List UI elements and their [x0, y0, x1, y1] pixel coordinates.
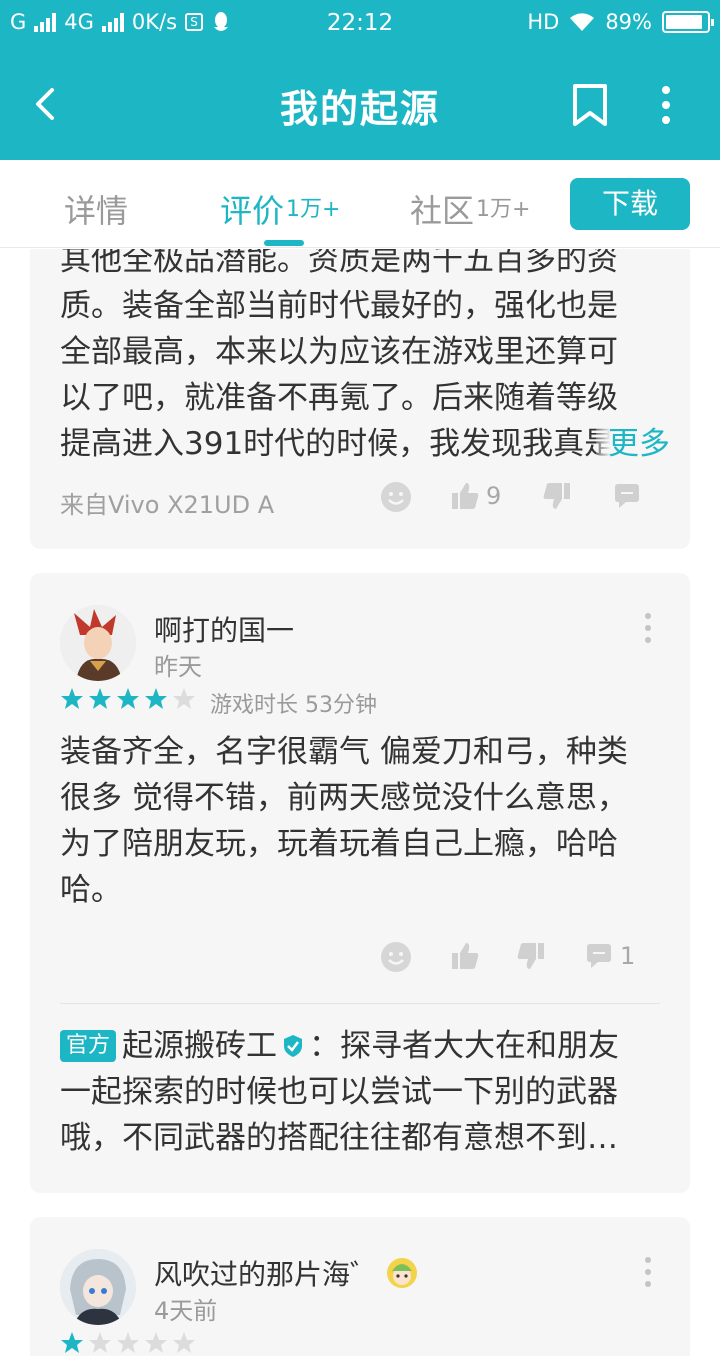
review-line: 很多 觉得不错，前两天感觉没什么意思， [60, 780, 628, 816]
username[interactable]: 风吹过的那片海゛ [154, 1253, 378, 1293]
more-link[interactable]: 更多 [596, 421, 670, 467]
more-vertical-icon[interactable] [640, 1255, 656, 1289]
comment-button[interactable] [612, 481, 642, 511]
official-reply-text: 哦，不同武器的搭配往往都有意想不到… [60, 1120, 618, 1156]
star-empty-icon [145, 1332, 167, 1353]
review-card: 其他全极品潜能。资质是两千五百多的资 质。装备全部当前时代最好的，强化也是 全部… [30, 249, 690, 549]
reaction-button[interactable] [380, 481, 412, 513]
review-line: 提高进入391时代的时候，我发现我真是 [60, 426, 616, 462]
star-filled-icon [117, 688, 139, 709]
review-line: 全部最高，本来以为应该在游戏里还算可 [60, 334, 618, 370]
review-time: 昨天 [154, 653, 202, 681]
username[interactable]: 啊打的国一 [154, 609, 294, 649]
reviews-list[interactable]: 其他全极品潜能。资质是两千五百多的资 质。装备全部当前时代最好的，强化也是 全部… [0, 249, 720, 1356]
tab-label: 社区 [410, 192, 475, 230]
like-button[interactable]: 9 [450, 481, 501, 511]
more-vertical-icon[interactable] [648, 82, 684, 128]
review-line: 哈。 [60, 872, 122, 908]
review-line: 为了陪朋友玩，玩着玩着自己上瘾，哈哈 [60, 826, 618, 862]
star-filled-icon [61, 688, 83, 709]
thumbs-up-icon [452, 483, 479, 509]
star-rating [60, 1331, 196, 1355]
wifi-icon [570, 13, 595, 31]
thumbs-up-icon [452, 943, 479, 969]
review-line: 装备齐全，名字很霸气 偏爱刀和弓，种类 [60, 734, 628, 770]
dislike-button[interactable] [516, 941, 546, 971]
review-card: 啊打的国一 昨天 游戏时长 53分钟 装备齐全，名字很霸气 偏爱刀和弓，种类 很… [30, 573, 690, 1193]
review-card: 风吹过的那片海゛ 4天前 [30, 1217, 690, 1356]
character-badge-icon [387, 1258, 418, 1288]
comment-button[interactable]: 1 [584, 941, 635, 971]
official-reply-text: 一起探索的时候也可以尝试一下别的武器 [60, 1074, 618, 1110]
official-reply-author[interactable]: 起源搬砖工 [122, 1028, 277, 1064]
star-filled-icon [61, 1332, 83, 1353]
battery-icon [662, 11, 714, 33]
like-button[interactable] [450, 941, 486, 971]
bookmark-icon[interactable] [568, 82, 612, 128]
download-button[interactable]: 下载 [570, 178, 690, 230]
comment-icon [587, 944, 611, 968]
star-empty-icon [173, 1332, 195, 1353]
more-vertical-icon[interactable] [640, 611, 656, 645]
comment-icon [615, 484, 639, 508]
thumbs-down-icon [543, 483, 570, 509]
smiley-icon [381, 482, 411, 512]
tab-label: 详情 [64, 192, 129, 230]
active-tab-indicator [264, 240, 304, 246]
avatar[interactable] [60, 1249, 136, 1325]
avatar[interactable] [60, 605, 136, 681]
star-rating [60, 687, 196, 711]
star-empty-icon [89, 1332, 111, 1353]
review-text[interactable]: 装备齐全，名字很霸气 偏爱刀和弓，种类 很多 觉得不错，前两天感觉没什么意思， … [60, 729, 670, 913]
star-empty-icon [173, 688, 195, 709]
dislike-button[interactable] [542, 481, 572, 511]
hd-label: HD [527, 10, 560, 34]
comment-count: 1 [620, 942, 636, 970]
official-reply[interactable]: 官方 起源搬砖工 ：探寻者大大在和朋友 一起探索的时候也可以尝试一下别的武器 哦，不… [60, 1023, 670, 1161]
status-bar: G 4G 0K/s S 22:12 HD 89% [0, 0, 720, 48]
star-empty-icon [117, 1332, 139, 1353]
review-time: 4天前 [154, 1297, 218, 1325]
tab-community[interactable]: 社区1万+ [410, 186, 530, 232]
avatar-image [60, 605, 136, 681]
tab-count: 1万+ [476, 197, 531, 222]
tab-label: 评价 [220, 192, 285, 230]
tab-bar: 详情 评价1万+ 社区1万+ 下载 [0, 160, 720, 248]
tab-details[interactable]: 详情 [64, 186, 128, 232]
review-line: 质。装备全部当前时代最好的，强化也是 [60, 288, 618, 324]
review-text[interactable]: 其他全极品潜能。资质是两千五百多的资 质。装备全部当前时代最好的，强化也是 全部… [60, 249, 670, 467]
official-badge: 官方 [60, 1030, 117, 1062]
thumbs-down-icon [517, 943, 544, 969]
smiley-icon [381, 942, 411, 972]
tab-count: 1万+ [286, 197, 341, 222]
page-title: 我的起源 [279, 87, 440, 131]
username-row: 风吹过的那片海゛ [154, 1253, 418, 1293]
app-bar: 我的起源 [0, 48, 720, 160]
star-filled-icon [145, 688, 167, 709]
device-source: 来自Vivo X21UD A [60, 491, 275, 519]
tab-reviews[interactable]: 评价1万+ [220, 186, 340, 232]
playtime: 游戏时长 53分钟 [210, 693, 377, 718]
star-filled-icon [89, 688, 111, 709]
verified-icon [284, 1035, 303, 1057]
like-count: 9 [486, 482, 502, 510]
reaction-button[interactable] [380, 941, 412, 973]
official-reply-text: ：探寻者大大在和朋友 [309, 1028, 620, 1064]
review-line: 以了吧，就准备不再氪了。后来随着等级 [60, 380, 618, 416]
review-line: 其他全极品潜能。资质是两千五百多的资 [60, 249, 618, 278]
battery-percent: 89% [605, 10, 652, 34]
divider [60, 1003, 660, 1004]
avatar-image [60, 1249, 136, 1325]
